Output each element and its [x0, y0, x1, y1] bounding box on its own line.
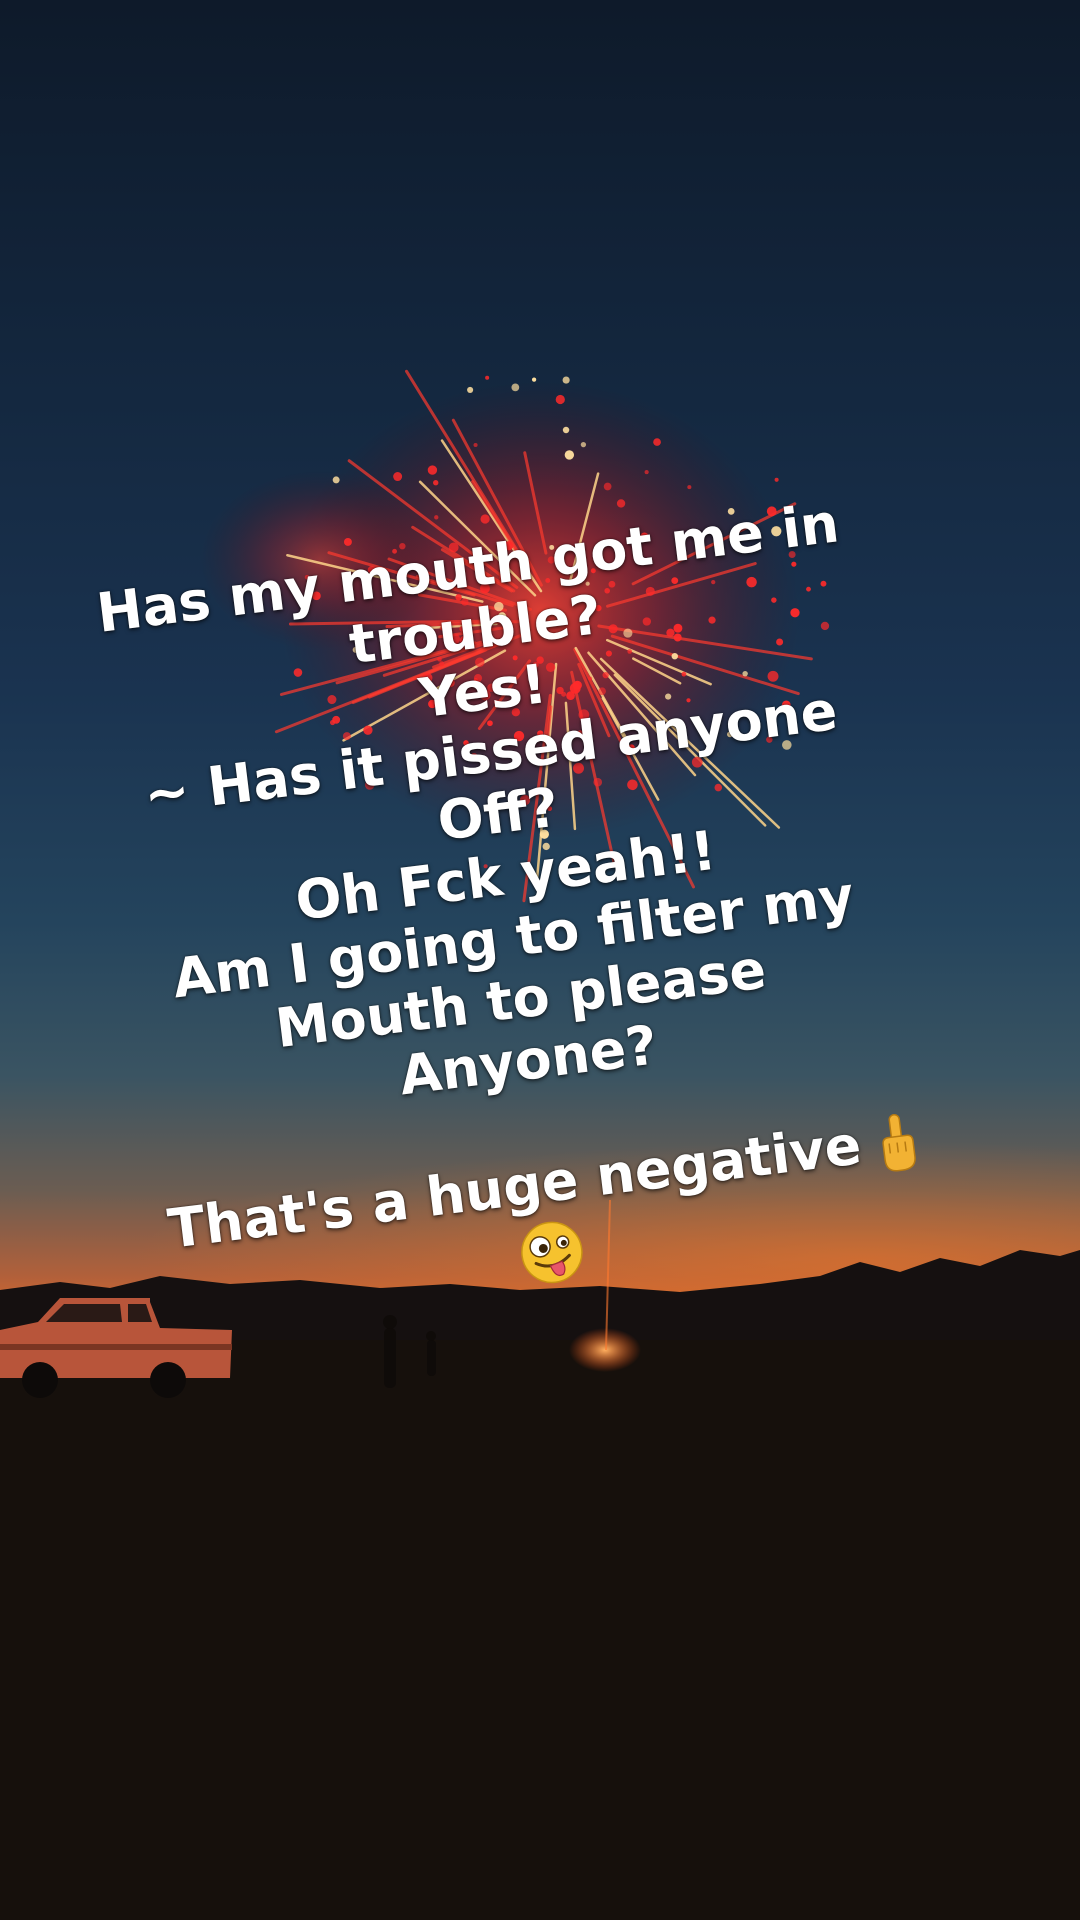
- firework-spark: [603, 482, 612, 491]
- firework-spark: [653, 438, 661, 446]
- middle-finger-icon: [882, 1114, 916, 1172]
- firework-spark: [562, 376, 570, 384]
- photo-scene: Has my mouth got me in trouble? Yes! ~ H…: [0, 0, 1080, 1920]
- firework-spark: [511, 383, 520, 392]
- firework-spark: [580, 441, 587, 448]
- firework-spark: [564, 450, 575, 460]
- caption-text: Has my mouth got me in trouble? Yes! ~ H…: [17, 483, 1002, 1340]
- firework-spark: [480, 514, 490, 524]
- ground: [0, 1340, 1080, 1920]
- firework-spark: [343, 537, 352, 546]
- firework-spark: [562, 426, 570, 434]
- firework-spark: [434, 515, 439, 520]
- firework-spark: [531, 377, 537, 382]
- firework-spark: [485, 375, 490, 380]
- firework-spark: [687, 485, 692, 490]
- firework-spark: [644, 469, 649, 475]
- firework-spark: [467, 386, 474, 393]
- firework-spark: [332, 476, 340, 484]
- firework-spark: [427, 465, 438, 475]
- firework-spark: [433, 480, 439, 486]
- firework-spark: [393, 472, 403, 482]
- firework-spark: [616, 499, 626, 508]
- firework-spark: [473, 442, 478, 448]
- firework-spark: [555, 394, 565, 405]
- ground-fountain: [569, 1328, 641, 1372]
- zany-face-icon: [521, 1221, 583, 1283]
- firework-spark: [774, 477, 779, 482]
